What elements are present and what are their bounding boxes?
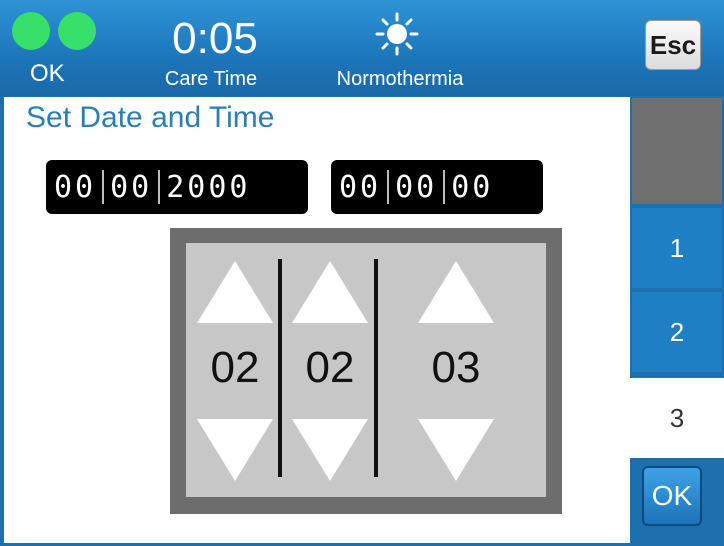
time-readout[interactable]: 00 00 00 (331, 160, 543, 214)
sun-icon (375, 12, 419, 56)
date-year: 2000 (166, 169, 251, 205)
time-second: 00 (451, 169, 494, 205)
date-readout[interactable]: 00 00 2000 (46, 160, 308, 214)
time-minute: 00 (395, 169, 438, 205)
separator (158, 170, 161, 204)
main-panel: Set Date and Time 00 00 2000 00 00 00 02… (4, 97, 630, 543)
header-bar: OK 0:05 Care Time Normothermia Esc (0, 0, 724, 96)
column-divider (278, 259, 282, 477)
time-hour: 00 (339, 169, 382, 205)
separator (102, 170, 105, 204)
decrement-arrow-icon[interactable] (292, 419, 368, 481)
increment-arrow-icon[interactable] (197, 261, 273, 323)
tab-3[interactable]: 3 (630, 378, 724, 458)
page-title: Set Date and Time (26, 101, 275, 134)
increment-arrow-icon[interactable] (418, 261, 494, 323)
esc-button[interactable]: Esc (645, 20, 701, 70)
value-spinner: 02 02 03 (170, 228, 562, 514)
separator (387, 170, 390, 204)
mode-label: Normothermia (336, 68, 464, 90)
spinner-value: 03 (431, 343, 481, 392)
spinner-column-3: 03 (396, 243, 516, 497)
status-led-icon (12, 12, 50, 50)
decrement-arrow-icon[interactable] (418, 419, 494, 481)
separator (443, 170, 446, 204)
spinner-column-2: 02 (286, 243, 374, 497)
date-day: 00 (54, 169, 97, 205)
spinner-value: 02 (210, 343, 260, 392)
increment-arrow-icon[interactable] (292, 261, 368, 323)
date-month: 00 (110, 169, 153, 205)
ok-button[interactable]: OK (642, 466, 702, 526)
spinner-body: 02 02 03 (186, 243, 546, 497)
decrement-arrow-icon[interactable] (197, 419, 273, 481)
column-divider (374, 259, 378, 477)
tab-1[interactable]: 1 (632, 208, 722, 288)
status-led-icon (58, 12, 96, 50)
tab-2[interactable]: 2 (632, 292, 722, 372)
spinner-value: 02 (305, 343, 355, 392)
status-label: OK (30, 60, 65, 87)
tab-blank (632, 98, 722, 204)
spinner-column-1: 02 (190, 243, 280, 497)
care-time-label: Care Time (164, 68, 258, 90)
care-time-value: 0:05 (172, 14, 258, 63)
